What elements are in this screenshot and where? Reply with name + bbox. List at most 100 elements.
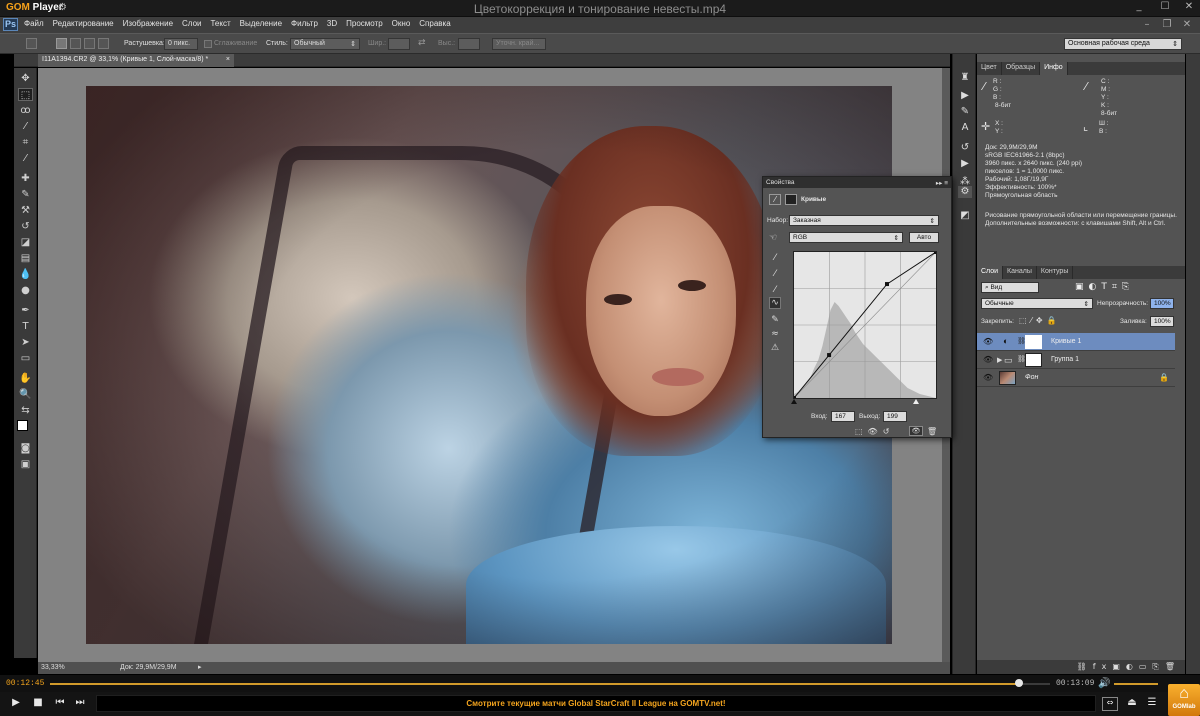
hand-tool-icon[interactable]: ✋ xyxy=(18,372,33,385)
path-select-icon[interactable]: ➤ xyxy=(18,336,33,349)
background-layer-thumb[interactable] xyxy=(999,371,1016,385)
menu-3d[interactable]: 3D xyxy=(327,19,337,28)
volume-icon[interactable]: 🔊 xyxy=(1098,678,1110,689)
white-point-slider[interactable] xyxy=(913,399,919,404)
mask-icon[interactable] xyxy=(785,194,797,205)
next-icon[interactable]: ⏭ xyxy=(72,697,88,711)
zoom-tool-icon[interactable]: 🔍 xyxy=(18,388,33,401)
layers-footer-icons[interactable]: ⛓fx▣◐▭⎘🗑 xyxy=(977,660,1185,674)
gomlab-button[interactable]: ⌂ GOMlab xyxy=(1168,684,1200,716)
visibility-toggle-icon[interactable]: 👁 xyxy=(909,426,923,436)
fill-input[interactable]: 100% xyxy=(1150,316,1174,327)
curve-point[interactable] xyxy=(827,353,832,358)
quick-mask-icon[interactable]: ◙ xyxy=(18,442,33,455)
antialias-checkbox[interactable] xyxy=(204,40,212,48)
menu-help[interactable]: Справка xyxy=(419,19,450,28)
curve-point[interactable] xyxy=(884,282,889,287)
brush-tool-icon[interactable]: ✎ xyxy=(18,188,33,201)
properties-panel-icon[interactable]: ⚙ xyxy=(958,186,972,198)
stop-icon[interactable]: ■ xyxy=(30,697,46,711)
play-icon[interactable]: ▶ xyxy=(8,697,24,711)
lasso-tool-icon[interactable]: ꝏ xyxy=(18,104,33,117)
pencil-curve-icon[interactable]: ✎ xyxy=(769,315,781,327)
channel-select[interactable]: RGB ⇕ xyxy=(789,232,903,243)
menu-view[interactable]: Просмотр xyxy=(346,19,383,28)
tab-info[interactable]: Инфо xyxy=(1040,62,1068,75)
layer-row[interactable]: 👁 Фон 🔒 xyxy=(977,369,1175,387)
input-value-field[interactable]: 167 xyxy=(831,411,855,422)
history-brush-icon[interactable]: ↺ xyxy=(18,220,33,233)
layer-name[interactable]: Группа 1 xyxy=(1051,356,1079,363)
properties-header[interactable]: Свойства ▸▸ ≡ xyxy=(763,177,951,188)
menu-window[interactable]: Окно xyxy=(392,19,411,28)
layer-filter-icons[interactable]: ▣◐T⌗⎘ xyxy=(1075,282,1134,292)
swap-icon[interactable]: ⇄ xyxy=(418,38,426,48)
layer-filter-select[interactable]: ⌕ Вид xyxy=(981,282,1039,293)
tab-swatches[interactable]: Образцы xyxy=(1002,62,1041,75)
eraser-tool-icon[interactable]: ◪ xyxy=(18,236,33,249)
gradient-tool-icon[interactable]: ▤ xyxy=(18,252,33,265)
menu-icon[interactable]: ☰ xyxy=(1144,697,1160,711)
curve-point[interactable] xyxy=(934,250,938,254)
black-point-slider[interactable] xyxy=(791,399,797,404)
previous-icon[interactable]: ⏮ xyxy=(52,697,68,711)
smooth-curve-icon[interactable]: ≈ xyxy=(769,329,781,341)
status-menu-icon[interactable]: ▸ xyxy=(198,663,202,671)
workspace-select[interactable]: Основная рабочая среда ⇕ xyxy=(1064,38,1182,50)
eye-icon[interactable]: 👁 xyxy=(983,355,993,364)
tab-channels[interactable]: Каналы xyxy=(1003,266,1037,279)
marquee-preset-icon[interactable] xyxy=(26,38,37,49)
character-panel-icon[interactable]: A xyxy=(958,122,972,134)
volume-slider[interactable] xyxy=(1114,683,1158,685)
lock-icons[interactable]: ⬚⁄✥🔒 xyxy=(1019,316,1061,325)
auto-button[interactable]: Авто xyxy=(909,232,939,243)
screen-mode-icon[interactable]: ▣ xyxy=(18,458,33,471)
eye-icon[interactable]: 👁 xyxy=(983,373,993,382)
curves-graph[interactable] xyxy=(792,250,938,400)
document-tab[interactable]: I11A1394.CR2 @ 33,1% (Кривые 1, Слой-мас… xyxy=(38,54,234,67)
eyedropper-tool-icon[interactable]: ⁄ xyxy=(18,152,33,165)
clipping-warning-icon[interactable]: ⚠ xyxy=(769,343,781,355)
menu-image[interactable]: Изображение xyxy=(123,19,173,28)
quick-select-tool-icon[interactable]: ⁄ xyxy=(18,120,33,133)
width-input[interactable] xyxy=(388,38,410,50)
layer-name[interactable]: Кривые 1 xyxy=(1051,338,1081,345)
right-panel-scrollbar[interactable] xyxy=(1186,54,1200,674)
layer-mask-thumb[interactable] xyxy=(1025,335,1042,349)
trash-icon[interactable]: 🗑 xyxy=(927,427,937,436)
ps-close-icon[interactable]: ✕ xyxy=(1180,19,1194,31)
maximize-icon[interactable]: ☐ xyxy=(1156,1,1174,15)
eject-icon[interactable]: ⏏ xyxy=(1124,697,1140,711)
pen-tool-icon[interactable]: ✒ xyxy=(18,304,33,317)
height-input[interactable] xyxy=(458,38,480,50)
curve-point[interactable] xyxy=(792,396,796,400)
tab-paths[interactable]: Контуры xyxy=(1037,266,1074,279)
output-value-field[interactable]: 199 xyxy=(883,411,907,422)
group-mask-thumb[interactable] xyxy=(1025,353,1042,367)
expand-group-icon[interactable]: ▶ xyxy=(997,356,1002,364)
new-selection-icon[interactable] xyxy=(56,38,67,49)
curves-graph-svg[interactable] xyxy=(792,250,938,400)
history-panel-icon[interactable]: ♜ xyxy=(958,72,972,84)
seek-handle[interactable] xyxy=(1015,679,1023,687)
opacity-input[interactable]: 100% xyxy=(1150,298,1174,309)
menu-layers[interactable]: Слои xyxy=(182,19,201,28)
news-ticker[interactable]: Смотрите текущие матчи Global StarCraft … xyxy=(96,695,1096,712)
white-point-eyedropper-icon[interactable]: ⁄ xyxy=(769,285,781,297)
crop-tool-icon[interactable]: ⌗ xyxy=(18,136,33,149)
adjustments-panel-icon[interactable]: ◩ xyxy=(958,210,972,222)
shape-tool-icon[interactable]: ▭ xyxy=(18,352,33,365)
menu-edit[interactable]: Редактирование xyxy=(53,19,114,28)
menu-select[interactable]: Выделение xyxy=(240,19,282,28)
blend-mode-select[interactable]: Обычные ⇕ xyxy=(981,298,1093,309)
brush-panel-icon[interactable]: ✎ xyxy=(958,106,972,118)
history-icon[interactable]: ↺ xyxy=(958,142,972,154)
panel-menu-icon[interactable]: ▸▸ ≡ xyxy=(936,179,948,187)
foreground-color-swatch[interactable] xyxy=(17,420,28,431)
play-icon[interactable]: ▶ xyxy=(958,158,972,170)
curve-points-tool-icon[interactable]: ∿ xyxy=(769,297,781,309)
eye-icon[interactable]: 👁 xyxy=(983,337,993,346)
tab-layers[interactable]: Слои xyxy=(977,266,1004,279)
layer-row[interactable]: 👁 ◐ ⛓ Кривые 1 xyxy=(977,333,1175,351)
blur-tool-icon[interactable]: 💧 xyxy=(18,268,33,281)
